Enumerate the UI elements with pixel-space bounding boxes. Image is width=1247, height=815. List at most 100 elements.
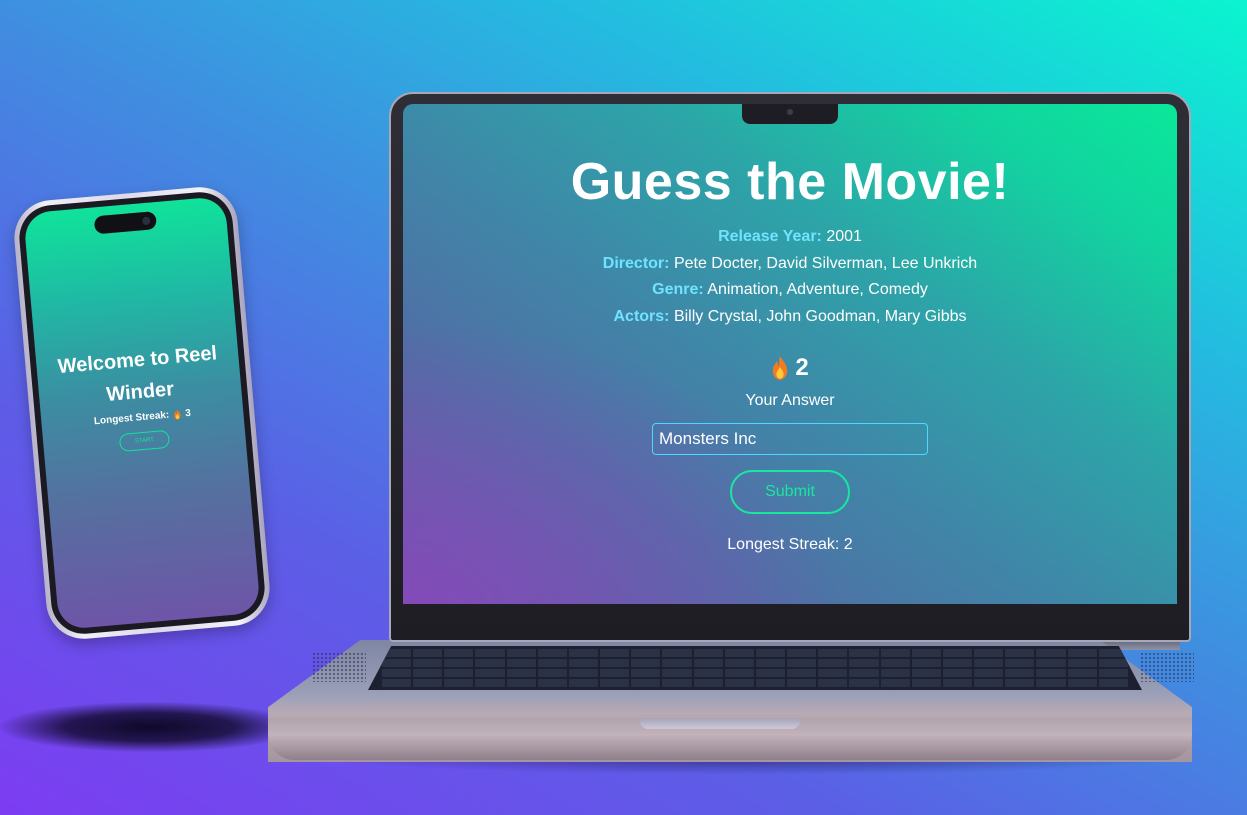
keyboard-key xyxy=(382,669,412,677)
keyboard-key xyxy=(1005,669,1035,677)
keyboard-key xyxy=(1067,669,1097,677)
keyboard-key xyxy=(755,659,786,667)
hint-value: Pete Docter, David Silverman, Lee Unkric… xyxy=(673,254,978,272)
keyboard-key xyxy=(413,679,443,687)
keyboard-key xyxy=(1036,659,1066,667)
keyboard-key xyxy=(413,659,443,667)
keyboard-key xyxy=(818,669,848,677)
keyboard-key xyxy=(1005,649,1035,657)
keyboard-key xyxy=(1067,659,1097,667)
keyboard-key xyxy=(1098,679,1128,687)
keyboard-key xyxy=(974,649,1004,657)
hint-genre: Genre: Animation, Adventure, Comedy xyxy=(403,277,1177,304)
keyboard-key xyxy=(662,679,692,687)
keyboard-key xyxy=(537,649,567,657)
keyboard-key xyxy=(787,679,817,687)
hint-label: Release Year: xyxy=(718,228,822,245)
hint-label: Genre: xyxy=(652,281,704,298)
keyboard-key xyxy=(1005,659,1035,667)
laptop-lid: Guess the Movie! Release Year: 2001 Dire… xyxy=(389,92,1191,642)
keyboard-key xyxy=(475,679,505,687)
keyboard-key xyxy=(600,669,630,677)
keyboard-key xyxy=(755,669,786,677)
keyboard-key xyxy=(974,669,1004,677)
speaker-grille-left xyxy=(312,652,366,682)
hint-value: Animation, Adventure, Comedy xyxy=(707,281,928,298)
trackpad-notch xyxy=(640,719,800,729)
laptop-screen: Guess the Movie! Release Year: 2001 Dire… xyxy=(403,104,1177,604)
keyboard-key xyxy=(787,659,817,667)
keyboard-key xyxy=(568,669,599,677)
keyboard-key xyxy=(818,659,848,667)
current-streak: 2 xyxy=(403,353,1177,383)
keyboard-key xyxy=(911,659,941,667)
keyboard-key xyxy=(1067,649,1097,657)
keyboard-key xyxy=(568,679,599,687)
laptop-keyboard xyxy=(368,646,1142,690)
phone-bezel: Welcome to Reel Winder Longest Streak: 3… xyxy=(16,189,268,637)
keyboard-key xyxy=(1067,679,1097,687)
keyboard-key xyxy=(537,679,567,687)
longest-streak: Longest Streak: 2 xyxy=(727,536,853,553)
answer-label: Your Answer xyxy=(745,392,835,409)
keyboard-key xyxy=(693,679,723,687)
keyboard-key xyxy=(942,679,973,687)
laptop-notch xyxy=(742,104,838,124)
phone-device: Welcome to Reel Winder Longest Streak: 3… xyxy=(11,184,273,642)
page-title: Guess the Movie! xyxy=(570,153,1010,211)
keyboard-key xyxy=(382,679,412,687)
phone-dynamic-island xyxy=(93,211,158,235)
keyboard-key xyxy=(724,649,754,657)
phone-welcome-panel: Welcome to Reel Winder Longest Streak: 3… xyxy=(35,335,245,458)
keyboard-key xyxy=(880,669,910,677)
keyboard-key xyxy=(662,659,692,667)
keyboard-key xyxy=(444,669,474,677)
keyboard-key xyxy=(413,649,443,657)
keyboard-key xyxy=(1098,659,1128,667)
keyboard-key xyxy=(568,659,599,667)
keyboard-key xyxy=(506,659,536,667)
keyboard-key xyxy=(849,669,879,677)
answer-input[interactable] xyxy=(652,423,928,455)
keyboard-key xyxy=(444,659,474,667)
keyboard-key xyxy=(475,649,505,657)
keyboard-key xyxy=(818,649,848,657)
keyboard-key xyxy=(444,679,474,687)
keyboard-key xyxy=(942,669,973,677)
hint-actors: Actors: Billy Crystal, John Goodman, Mar… xyxy=(403,304,1177,331)
keyboard-key xyxy=(475,659,505,667)
keyboard-key xyxy=(506,669,536,677)
submit-button[interactable]: Submit xyxy=(730,470,850,514)
phone-screen: Welcome to Reel Winder Longest Streak: 3… xyxy=(23,195,261,631)
keyboard-key xyxy=(724,669,754,677)
keyboard-key xyxy=(911,669,941,677)
keyboard-key xyxy=(1036,649,1066,657)
keyboard-key xyxy=(568,649,599,657)
keyboard-key xyxy=(537,669,567,677)
keyboard-key xyxy=(880,649,910,657)
keyboard-key xyxy=(631,669,661,677)
phone-streak-label: Longest Streak: xyxy=(93,409,170,428)
keyboard-key xyxy=(662,669,692,677)
hint-release-year: Release Year: 2001 xyxy=(403,224,1177,251)
start-button[interactable]: START xyxy=(118,429,171,453)
keyboard-key xyxy=(1098,669,1128,677)
keyboard-key xyxy=(382,659,412,667)
phone-camera-icon xyxy=(141,216,151,226)
movie-hints: Release Year: 2001 Director: Pete Docter… xyxy=(403,224,1177,330)
game-panel: Guess the Movie! Release Year: 2001 Dire… xyxy=(403,152,1177,556)
keyboard-key xyxy=(600,679,630,687)
keyboard-key xyxy=(787,649,817,657)
webcam-icon xyxy=(787,109,793,115)
keyboard-key xyxy=(974,679,1004,687)
current-streak-value: 2 xyxy=(795,354,809,381)
phone-shadow xyxy=(0,702,300,752)
hint-director: Director: Pete Docter, David Silverman, … xyxy=(403,251,1177,278)
keyboard-key xyxy=(631,659,661,667)
keyboard-key xyxy=(693,659,723,667)
keyboard-key xyxy=(724,659,754,667)
keyboard-key xyxy=(942,649,973,657)
keyboard-key xyxy=(849,649,879,657)
keyboard-key xyxy=(911,649,941,657)
hint-label: Actors: xyxy=(613,307,670,325)
